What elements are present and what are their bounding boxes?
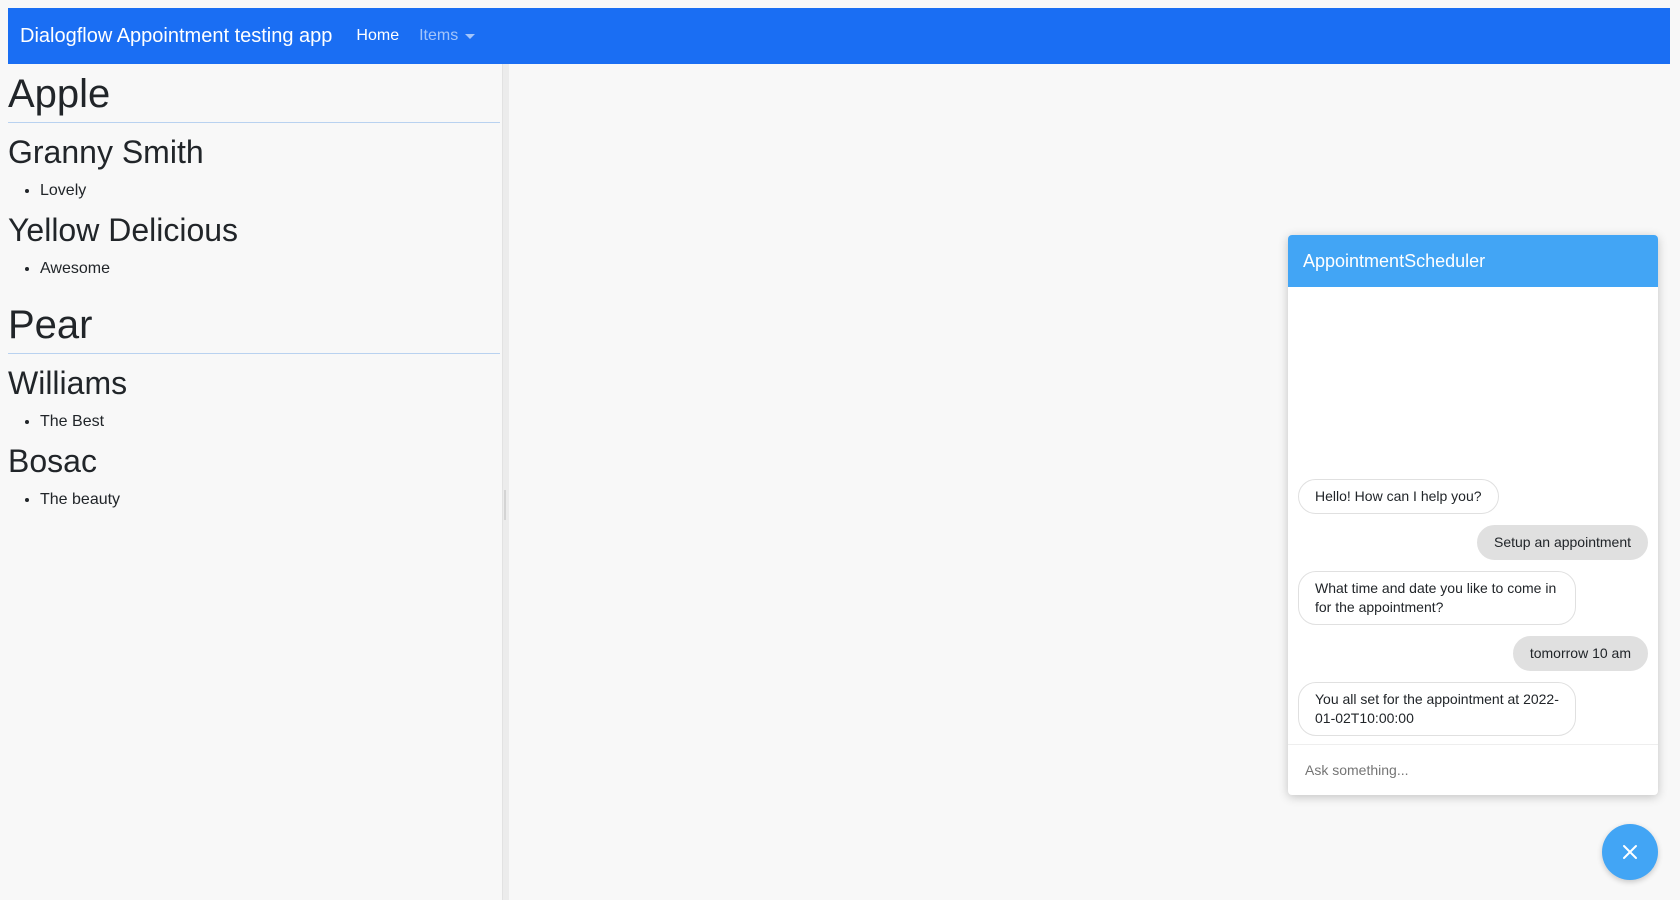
variety-description-list: The Best — [8, 412, 500, 432]
variety-description-list: The beauty — [8, 490, 500, 510]
group-title: Pear — [8, 295, 500, 354]
variety-description-list: Awesome — [8, 259, 500, 279]
chevron-down-icon — [465, 33, 476, 39]
variety-title: Yellow Delicious — [8, 212, 239, 248]
user-message: tomorrow 10 am — [1512, 636, 1648, 671]
bot-message: Hello! How can I help you? — [1298, 479, 1499, 514]
list-item: Awesome — [40, 259, 500, 279]
nav-link-items-label: Items — [419, 27, 459, 44]
chat-title: AppointmentScheduler — [1303, 250, 1486, 271]
chat-header: AppointmentScheduler — [1288, 235, 1658, 287]
close-icon — [1623, 845, 1637, 859]
navbar: Dialogflow Appointment testing app Home … — [8, 8, 1670, 64]
nav-link-home[interactable]: Home — [356, 27, 399, 45]
nav-link-items-dropdown[interactable]: Items — [419, 27, 476, 45]
list-item: The Best — [40, 412, 500, 432]
chat-input[interactable] — [1303, 761, 1637, 779]
chat-messages: Hello! How can I help you? Setup an appo… — [1288, 287, 1658, 744]
bot-message: What time and date you like to come in f… — [1298, 571, 1576, 625]
variety-description-list: Lovely — [8, 181, 500, 201]
fruit-group: Apple Granny Smith Lovely Yellow Delicio… — [8, 64, 500, 279]
fruit-group: Pear Williams The Best Bosac The beauty — [8, 295, 500, 510]
user-message: Setup an appointment — [1477, 525, 1648, 560]
chat-widget: AppointmentScheduler Hello! How can I he… — [1288, 235, 1658, 795]
group-title: Apple — [8, 64, 500, 123]
chat-toggle-button[interactable] — [1602, 824, 1658, 880]
variety-title: Williams — [8, 365, 128, 401]
variety-title: Bosac — [8, 443, 97, 479]
list-item: The beauty — [40, 490, 500, 510]
list-item: Lovely — [40, 181, 500, 201]
fruit-list: Apple Granny Smith Lovely Yellow Delicio… — [8, 64, 500, 510]
resize-grip-icon — [504, 490, 506, 520]
variety-title: Granny Smith — [8, 134, 204, 170]
bot-message: You all set for the appointment at 2022-… — [1298, 682, 1576, 736]
navbar-brand[interactable]: Dialogflow Appointment testing app — [20, 25, 332, 48]
panel-resize-handle[interactable] — [502, 64, 509, 900]
chat-input-bar — [1288, 744, 1658, 795]
